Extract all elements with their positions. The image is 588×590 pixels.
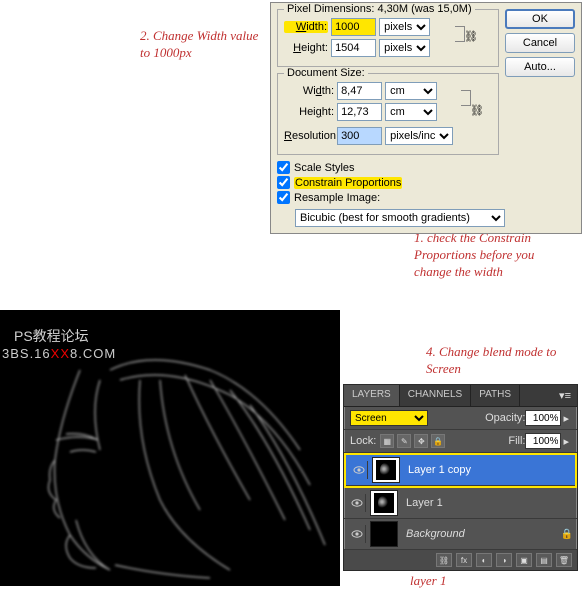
height-input[interactable] — [331, 39, 376, 57]
chain-icon: ⛓ — [464, 30, 476, 43]
resolution-input[interactable] — [337, 127, 382, 145]
doc-height-unit-select[interactable]: cm — [385, 103, 437, 121]
watermark-line2: 3BS.16XX8.COM — [2, 346, 116, 361]
resample-method-select[interactable]: Bicubic (best for smooth gradients) — [295, 209, 505, 227]
adjustment-icon[interactable]: ◑ — [496, 553, 512, 567]
annotation-1: 1. check the Constrain Proportions befor… — [414, 230, 574, 281]
artwork-preview: PS教程论坛 3BS.16XX8.COM — [0, 310, 340, 586]
layer-thumbnail[interactable] — [370, 521, 398, 547]
dialog-buttons: OK Cancel Auto... — [505, 9, 575, 81]
fx-icon[interactable]: fx — [456, 553, 472, 567]
new-layer-icon[interactable]: ▤ — [536, 553, 552, 567]
constrain-label: Constrain Proportions — [294, 177, 402, 189]
lock-icons: ▦ ✎ ✥ 🔒 — [380, 434, 445, 448]
layer-name: Background — [406, 528, 465, 540]
document-size-label: Document Size: — [284, 67, 368, 79]
scale-styles-checkbox[interactable]: Scale Styles — [277, 161, 575, 174]
width-label: Width: — [284, 21, 328, 33]
link-layers-icon[interactable]: ⛓ — [436, 553, 452, 567]
annotation-4: 4. Change blend mode to Screen — [426, 344, 576, 378]
lock-all-icon[interactable]: 🔒 — [431, 434, 445, 448]
document-size-group: Document Size: Width: cm ⛓ Height: cm Re… — [277, 73, 499, 155]
resolution-label: Resolution: — [284, 130, 334, 142]
height-unit-select[interactable]: pixels — [379, 39, 430, 57]
image-size-dialog: OK Cancel Auto... Pixel Dimensions: 4,30… — [270, 2, 582, 234]
doc-height-input[interactable] — [337, 103, 382, 121]
group-icon[interactable]: ▣ — [516, 553, 532, 567]
opacity-label: Opacity: — [485, 412, 525, 424]
lock-fill-row: Lock: ▦ ✎ ✥ 🔒 Fill: ▸ — [344, 430, 577, 453]
resample-checkbox[interactable]: Resample Image: — [277, 191, 575, 204]
visibility-toggle[interactable] — [348, 494, 366, 512]
fill-input[interactable] — [525, 433, 561, 449]
fill-label: Fill: — [508, 435, 525, 447]
fill-flyout-icon[interactable]: ▸ — [561, 435, 571, 448]
width-input[interactable] — [331, 18, 376, 36]
annotation-2: 2. Change Width value to 1000px — [140, 28, 260, 62]
tab-channels[interactable]: CHANNELS — [400, 385, 471, 406]
blend-mode-select[interactable]: Screen — [350, 410, 428, 426]
pixel-dimensions-label: Pixel Dimensions: 4,30M (was 15,0M) — [284, 3, 475, 15]
tab-paths[interactable]: PATHS — [471, 385, 520, 406]
layer-row[interactable]: Layer 1 — [344, 488, 577, 519]
mask-icon[interactable]: ◐ — [476, 553, 492, 567]
doc-width-input[interactable] — [337, 82, 382, 100]
layer-row[interactable]: Background 🔒 — [344, 519, 577, 550]
constrain-proportions-checkbox[interactable]: Constrain Proportions — [277, 176, 575, 189]
visibility-toggle[interactable] — [348, 525, 366, 543]
tab-layers[interactable]: LAYERS — [344, 385, 400, 406]
lock-position-icon[interactable]: ✥ — [414, 434, 428, 448]
panel-menu-icon[interactable]: ▾≡ — [553, 385, 577, 406]
ok-button[interactable]: OK — [505, 9, 575, 29]
resample-check[interactable] — [277, 191, 290, 204]
pixel-dimensions-group: Pixel Dimensions: 4,30M (was 15,0M) Widt… — [277, 9, 499, 67]
cancel-button[interactable]: Cancel — [505, 33, 575, 53]
resolution-unit-select[interactable]: pixels/inch — [385, 127, 453, 145]
blend-opacity-row: Screen Opacity: ▸ — [344, 407, 577, 430]
lock-pixels-icon[interactable]: ✎ — [397, 434, 411, 448]
opacity-input[interactable] — [525, 410, 561, 426]
layer-footer: ⛓ fx ◐ ◑ ▣ ▤ 🗑 — [344, 550, 577, 570]
resample-label: Resample Image: — [294, 192, 380, 204]
height-label: Height: — [284, 42, 328, 54]
visibility-toggle[interactable] — [350, 461, 368, 479]
scale-styles-check[interactable] — [277, 161, 290, 174]
layer-name: Layer 1 copy — [408, 464, 471, 476]
scale-styles-label: Scale Styles — [294, 162, 355, 174]
chain-icon: ⛓ — [470, 104, 482, 117]
panel-tabs: LAYERS CHANNELS PATHS ▾≡ — [344, 385, 577, 407]
doc-height-label: Height: — [284, 106, 334, 118]
doc-width-label: Width: — [284, 85, 334, 97]
layer-row[interactable]: Layer 1 copy — [346, 455, 575, 486]
watermark-line1: PS教程论坛 — [14, 326, 89, 346]
opacity-flyout-icon[interactable]: ▸ — [561, 412, 571, 425]
delete-icon[interactable]: 🗑 — [556, 553, 572, 567]
constrain-check[interactable] — [277, 176, 290, 189]
layer-thumbnail[interactable] — [372, 457, 400, 483]
lock-transparency-icon[interactable]: ▦ — [380, 434, 394, 448]
layer-thumbnail[interactable] — [370, 490, 398, 516]
doc-width-unit-select[interactable]: cm — [385, 82, 437, 100]
auto-button[interactable]: Auto... — [505, 57, 575, 77]
lock-label: Lock: — [350, 435, 376, 447]
lock-icon: 🔒 — [561, 529, 573, 540]
width-unit-select[interactable]: pixels — [379, 18, 430, 36]
layer-list: Layer 1 copy — [344, 453, 577, 488]
layer-name: Layer 1 — [406, 497, 443, 509]
layers-panel: LAYERS CHANNELS PATHS ▾≡ Screen Opacity:… — [343, 384, 578, 571]
